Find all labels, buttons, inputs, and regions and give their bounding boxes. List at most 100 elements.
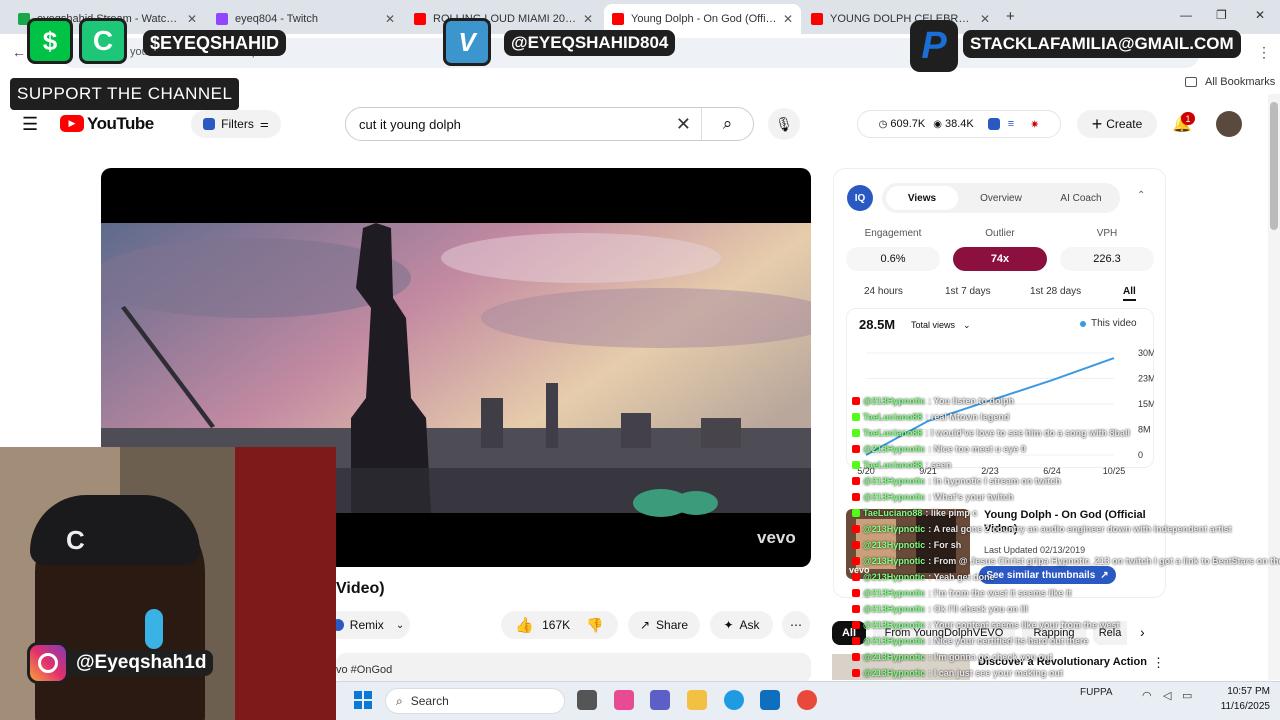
search-icon[interactable]: ⌕ bbox=[701, 108, 753, 140]
stream-chat-overlay: @213Hypnotic: You listen to dolph TaeLuci… bbox=[852, 393, 1280, 713]
tray-text: FUPPA bbox=[1080, 687, 1113, 698]
taskbar-date[interactable]: 11/16/2025 bbox=[1200, 701, 1270, 712]
chat-username: @213Hypnotic bbox=[863, 524, 926, 534]
chat-username: @213Hypnotic bbox=[863, 476, 926, 486]
youtube-icon bbox=[852, 557, 860, 565]
notification-badge: 1 bbox=[1181, 112, 1195, 125]
views-select[interactable]: Total views ⌄ bbox=[906, 316, 990, 334]
all-bookmarks-label[interactable]: All Bookmarks bbox=[1205, 76, 1275, 88]
panel-tab-views[interactable]: Views bbox=[886, 186, 958, 210]
chime-icon: C bbox=[79, 18, 127, 64]
earbud-icon bbox=[145, 609, 163, 649]
views-select-label: Total views bbox=[911, 320, 956, 330]
cashapp-icon: $ bbox=[27, 18, 73, 64]
metric-label-engagement: Engagement bbox=[864, 228, 922, 239]
back-icon[interactable]: ← bbox=[12, 44, 26, 60]
close-tab-icon[interactable]: ✕ bbox=[187, 12, 197, 26]
chat-username: @213Hypnotic bbox=[863, 396, 926, 406]
like-icon[interactable]: 👍 bbox=[515, 616, 534, 634]
wifi-icon[interactable]: ◠ bbox=[1142, 689, 1152, 702]
chat-text: : Nice too meet u eye 0 bbox=[928, 444, 1026, 454]
maximize-icon[interactable]: ❐ bbox=[1216, 8, 1227, 22]
close-window-icon[interactable]: ✕ bbox=[1255, 8, 1265, 22]
youtube-brand-text[interactable]: YouTube bbox=[87, 114, 154, 134]
description-hashtag[interactable]: vo #OnGod bbox=[336, 664, 392, 676]
volume-icon[interactable]: ◁ bbox=[1163, 689, 1171, 702]
folder-icon bbox=[1185, 77, 1197, 87]
chat-username: @213Hypnotic bbox=[863, 588, 926, 598]
panel-tab-ai-coach[interactable]: AI Coach bbox=[1046, 186, 1116, 210]
create-button[interactable]: + Create bbox=[1077, 110, 1157, 138]
file-explorer-icon[interactable] bbox=[687, 690, 707, 710]
chat-username: @213Hypnotic bbox=[863, 668, 926, 678]
search-box[interactable]: cut it young dolph ✕ ⌕ bbox=[345, 107, 754, 141]
description-box[interactable] bbox=[336, 653, 811, 683]
more-menu-icon[interactable]: ⋮ bbox=[1257, 44, 1271, 61]
metric-label-outlier: Outlier bbox=[985, 228, 1015, 239]
youtube-icon bbox=[852, 477, 860, 485]
tab-title: Young Dolph - On God (Official ... bbox=[631, 13, 777, 25]
kick-icon bbox=[852, 413, 860, 421]
more-actions-icon[interactable]: ⋯ bbox=[782, 611, 810, 639]
youtube-logo-icon[interactable]: ▶ bbox=[60, 115, 84, 132]
chrome-icon[interactable] bbox=[797, 690, 817, 710]
youtube-icon bbox=[852, 637, 860, 645]
list-icon: ≡ bbox=[1007, 118, 1015, 130]
taskbar-time[interactable]: 10:57 PM bbox=[1210, 686, 1270, 697]
share-button[interactable]: ↗ Share bbox=[628, 611, 700, 639]
new-tab-icon[interactable]: + bbox=[1006, 8, 1015, 25]
close-tab-icon[interactable]: ✕ bbox=[980, 12, 990, 26]
battery-icon[interactable]: ▭ bbox=[1182, 689, 1192, 702]
taskbar-search-label: Search bbox=[410, 694, 449, 708]
panel-tab-overview[interactable]: Overview bbox=[968, 186, 1034, 210]
dislike-icon[interactable]: 👎 bbox=[586, 617, 603, 634]
youtube-icon bbox=[852, 493, 860, 501]
store-icon[interactable] bbox=[760, 690, 780, 710]
microphone-icon[interactable]: 🎙 bbox=[768, 108, 800, 140]
chat-text: : Your content seems like your from the … bbox=[928, 620, 1120, 630]
filters-button[interactable]: Filters ⚌ bbox=[191, 110, 281, 138]
collapse-icon[interactable]: ⌃ bbox=[1137, 190, 1145, 201]
tab-title: eyeq804 - Twitch bbox=[235, 13, 318, 25]
search-input[interactable]: cut it young dolph bbox=[359, 117, 676, 132]
hamburger-menu-icon[interactable]: ☰ bbox=[22, 114, 38, 135]
teams-icon[interactable] bbox=[650, 690, 670, 710]
range-all[interactable]: All bbox=[1123, 286, 1136, 301]
range-24-hours[interactable]: 24 hours bbox=[864, 286, 903, 297]
chevron-down-icon: ⌄ bbox=[395, 619, 405, 631]
chat-message: @213Hypnotic: Your content seems like yo… bbox=[852, 617, 1272, 633]
instagram-handle: @Eyeqshah1d bbox=[69, 650, 214, 676]
copilot-icon[interactable] bbox=[614, 690, 634, 710]
scrollbar-thumb[interactable] bbox=[1270, 102, 1278, 230]
chat-message: @213Hypnotic: Nice too meet u eye 0 bbox=[852, 441, 1272, 457]
chat-message: TaeLuciano88: seen bbox=[852, 457, 1272, 473]
youtube-icon bbox=[852, 653, 860, 661]
windows-start-icon[interactable] bbox=[354, 691, 372, 709]
youtube-icon bbox=[852, 397, 860, 405]
remix-button[interactable]: Remix ⌄ bbox=[326, 611, 410, 639]
ask-button[interactable]: ✦ Ask bbox=[710, 611, 773, 639]
close-tab-icon[interactable]: ✕ bbox=[583, 12, 593, 26]
vidiq-logo-icon: IQ bbox=[847, 185, 873, 211]
vidiq-stats-bar[interactable]: ◷ 609.7K ◉ 38.4K ≡ ✷ bbox=[857, 110, 1061, 138]
chat-username: @213Hypnotic bbox=[863, 572, 926, 582]
chat-message: @213Hypnotic: What's your twitch bbox=[852, 489, 1272, 505]
youtube-icon bbox=[852, 669, 860, 677]
vidiq-icon bbox=[987, 118, 1000, 130]
chat-text: : like pimp c bbox=[925, 508, 978, 518]
close-tab-icon[interactable]: ✕ bbox=[783, 12, 793, 26]
clear-search-icon[interactable]: ✕ bbox=[676, 114, 691, 135]
chat-username: TaeLuciano88 bbox=[863, 412, 923, 422]
minimize-icon[interactable]: — bbox=[1180, 8, 1192, 22]
close-tab-icon[interactable]: ✕ bbox=[385, 12, 395, 26]
range-7-days[interactable]: 1st 7 days bbox=[945, 286, 991, 297]
taskbar-search[interactable]: ⌕ Search bbox=[385, 688, 565, 714]
edge-icon[interactable] bbox=[724, 690, 744, 710]
range-28-days[interactable]: 1st 28 days bbox=[1030, 286, 1081, 297]
chat-message: @213Hypnotic: Nice your certified its ha… bbox=[852, 633, 1272, 649]
avatar[interactable] bbox=[1216, 111, 1242, 137]
task-view-icon[interactable] bbox=[577, 690, 597, 710]
metric-vph: 226.3 bbox=[1060, 247, 1154, 271]
youtube-icon bbox=[852, 589, 860, 597]
support-banner: SUPPORT THE CHANNEL bbox=[10, 78, 240, 110]
